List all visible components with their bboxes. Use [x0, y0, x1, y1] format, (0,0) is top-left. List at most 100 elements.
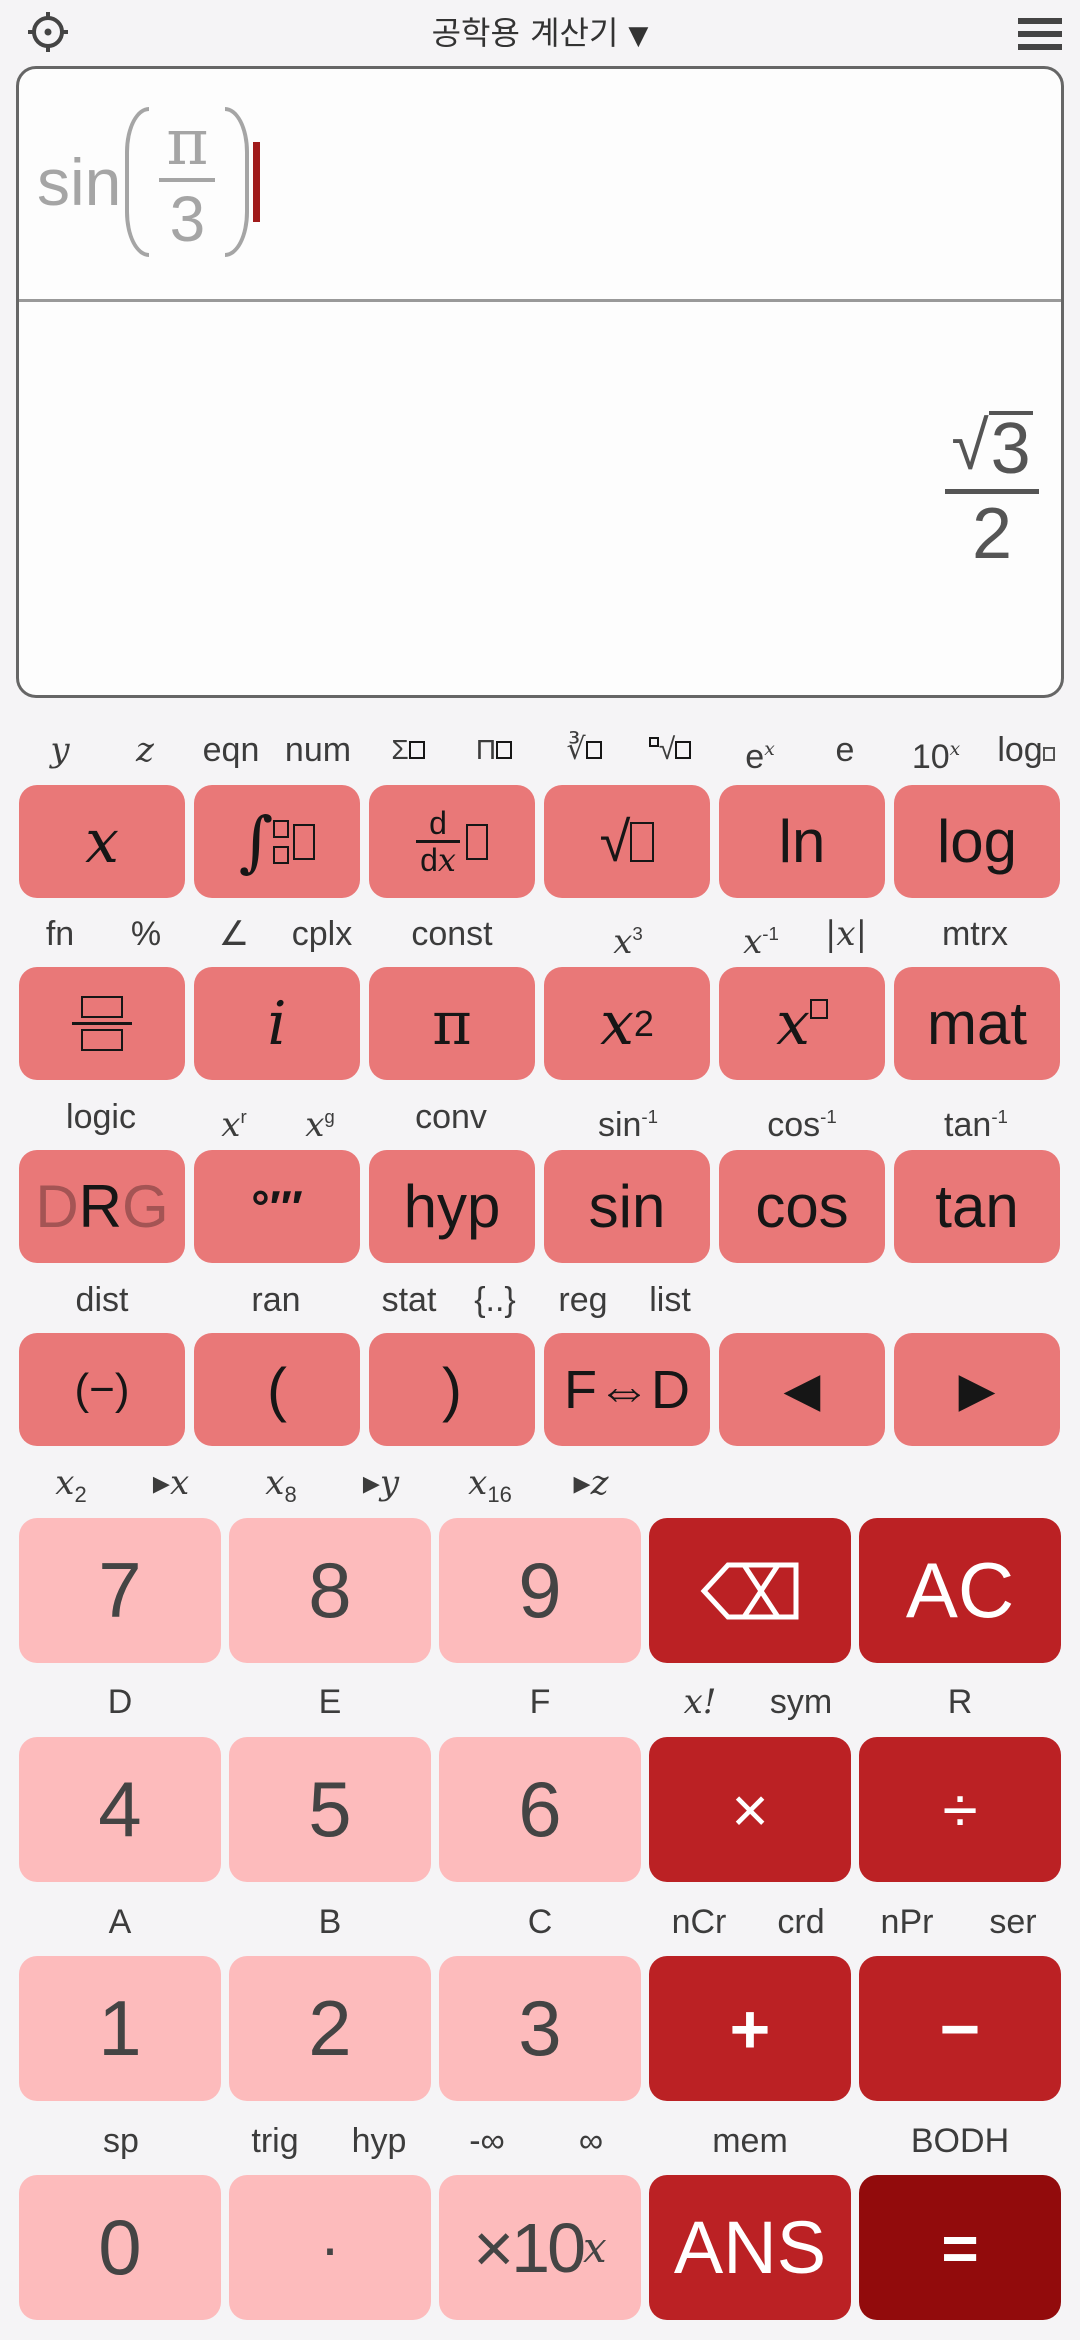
display-divider — [19, 299, 1061, 302]
answer-key[interactable]: ANS — [649, 2175, 851, 2320]
digit-5-key[interactable]: 5 — [229, 1737, 431, 1882]
shift-label-E: E — [318, 1683, 342, 1721]
close-paren-key[interactable]: ) — [369, 1333, 535, 1446]
result-denominator: 2 — [971, 494, 1013, 574]
shift-label-sp: sp — [103, 2122, 139, 2160]
negative-sign-key[interactable]: (−) — [19, 1333, 185, 1446]
fraction-denominator: 3 — [169, 183, 206, 255]
divide-key[interactable]: ÷ — [859, 1737, 1061, 1882]
digit-6-key[interactable]: 6 — [439, 1737, 641, 1882]
shift-label-mem: mem — [712, 2122, 788, 2160]
imaginary-i-key[interactable]: i — [194, 967, 360, 1080]
shift-label-dist: dist — [75, 1281, 129, 1319]
shift-label-reg: reg — [558, 1281, 608, 1319]
left-arrow-icon: ◀ — [783, 1363, 821, 1417]
open-paren-key[interactable]: ( — [194, 1333, 360, 1446]
all-clear-key[interactable]: AC — [859, 1518, 1061, 1663]
shift-label-ten-power: 10x — [911, 738, 961, 777]
shift-label-D: D — [107, 1683, 133, 1721]
expr-fraction: π 3 — [149, 110, 225, 254]
left-paren — [125, 107, 150, 257]
cos-key[interactable]: cos — [719, 1150, 885, 1263]
shift-label-infinity: ∞ — [578, 2122, 604, 2160]
integral-key[interactable]: ∫ — [194, 785, 360, 898]
square-key[interactable]: x2 — [544, 967, 710, 1080]
digit-7-key[interactable]: 7 — [19, 1518, 221, 1663]
shift-label-conv: conv — [415, 1098, 487, 1136]
expression-input[interactable]: sin π 3 — [19, 69, 1061, 299]
shift-label-radians: xr — [221, 1105, 247, 1146]
digit-1-key[interactable]: 1 — [19, 1956, 221, 2101]
page-title: 공학용 계산기 — [431, 14, 619, 52]
equals-key[interactable]: = — [859, 2175, 1061, 2320]
hyperbolic-key[interactable]: hyp — [369, 1150, 535, 1263]
exponent-key[interactable]: ×10 x — [439, 2175, 641, 2320]
backspace-icon — [700, 1562, 799, 1619]
shift-label-percent: % — [130, 915, 162, 953]
ln-key[interactable]: ln — [719, 785, 885, 898]
backspace-key[interactable] — [649, 1518, 851, 1663]
decimal-point-key[interactable]: · — [229, 2175, 431, 2320]
shift-label-arcsin: sin-1 — [597, 1106, 659, 1145]
digit-9-key[interactable]: 9 — [439, 1518, 641, 1663]
cursor-right-key[interactable]: ▶ — [894, 1333, 1060, 1446]
log-key[interactable]: log — [894, 785, 1060, 898]
radicand: 3 — [988, 409, 1033, 489]
shift-label-num: num — [284, 731, 352, 769]
shift-label-log-base: log — [986, 730, 1066, 770]
result-value: √ 3 2 — [945, 409, 1039, 572]
shift-label-gradians: xg — [305, 1105, 335, 1146]
expression: sin π 3 — [37, 107, 261, 257]
fraction-key[interactable] — [19, 967, 185, 1080]
text-cursor — [253, 142, 261, 222]
sin-key[interactable]: sin — [544, 1150, 710, 1263]
calculator-mode-dropdown[interactable]: 공학용 계산기 ▼ — [0, 8, 1080, 54]
variable-x-key[interactable]: x — [19, 785, 185, 898]
fraction-numerator: π — [166, 106, 209, 180]
digit-2-key[interactable]: 2 — [229, 1956, 431, 2101]
shift-label-hex: x16 — [468, 1463, 512, 1507]
shift-label-neg-infinity: -∞ — [469, 2122, 505, 2160]
shift-label-e: e — [835, 731, 855, 769]
cursor-left-key[interactable]: ◀ — [719, 1333, 885, 1446]
square-root-key[interactable]: √ — [544, 785, 710, 898]
shift-label-arccos: cos-1 — [767, 1106, 837, 1145]
shift-label-trig: trig — [251, 2122, 299, 2160]
shift-label-sym: sym — [769, 1683, 833, 1721]
shift-label-mtrx: mtrx — [941, 915, 1009, 953]
fraction-bar — [159, 178, 216, 182]
pi-key[interactable]: π — [369, 967, 535, 1080]
digit-3-key[interactable]: 3 — [439, 1956, 641, 2101]
shift-label-summation: Σ — [388, 730, 428, 770]
digit-4-key[interactable]: 4 — [19, 1737, 221, 1882]
shift-label-set: {..} — [474, 1281, 516, 1319]
shift-label-list: list — [649, 1281, 691, 1319]
fraction-decimal-toggle-key[interactable]: F⇔D — [544, 1333, 710, 1446]
shift-label-ncr: nCr — [671, 1903, 727, 1941]
digit-8-key[interactable]: 8 — [229, 1518, 431, 1663]
add-key[interactable]: + — [649, 1956, 851, 2101]
multiply-key[interactable]: × — [649, 1737, 851, 1882]
right-paren — [225, 107, 250, 257]
shift-label-crd: crd — [777, 1903, 825, 1941]
shift-label-const: const — [411, 915, 493, 953]
shift-label-hyp: hyp — [351, 2122, 407, 2160]
dropdown-caret-icon: ▼ — [628, 21, 649, 51]
matrix-key[interactable]: mat — [894, 967, 1060, 1080]
derivative-key[interactable]: d dx — [369, 785, 535, 898]
power-key[interactable]: x — [719, 967, 885, 1080]
subtract-key[interactable]: − — [859, 1956, 1061, 2101]
shift-label-A: A — [108, 1903, 132, 1941]
shift-label-cube: x3 — [613, 922, 643, 963]
shift-label-C: C — [527, 1903, 553, 1941]
shift-label-base-mode: BODH — [910, 2122, 1010, 2160]
shift-label-B: B — [318, 1903, 342, 1941]
hamburger-menu-icon[interactable] — [1018, 18, 1062, 50]
shift-label-arctan: tan-1 — [944, 1106, 1008, 1145]
digit-0-key[interactable]: 0 — [19, 2175, 221, 2320]
shift-label-angle: ∠ — [218, 915, 250, 953]
angle-mode-drg-key[interactable]: DRG — [19, 1150, 185, 1263]
shift-label-z: z — [136, 730, 154, 770]
tan-key[interactable]: tan — [894, 1150, 1060, 1263]
degrees-minutes-seconds-key[interactable]: °′″ — [194, 1150, 360, 1263]
